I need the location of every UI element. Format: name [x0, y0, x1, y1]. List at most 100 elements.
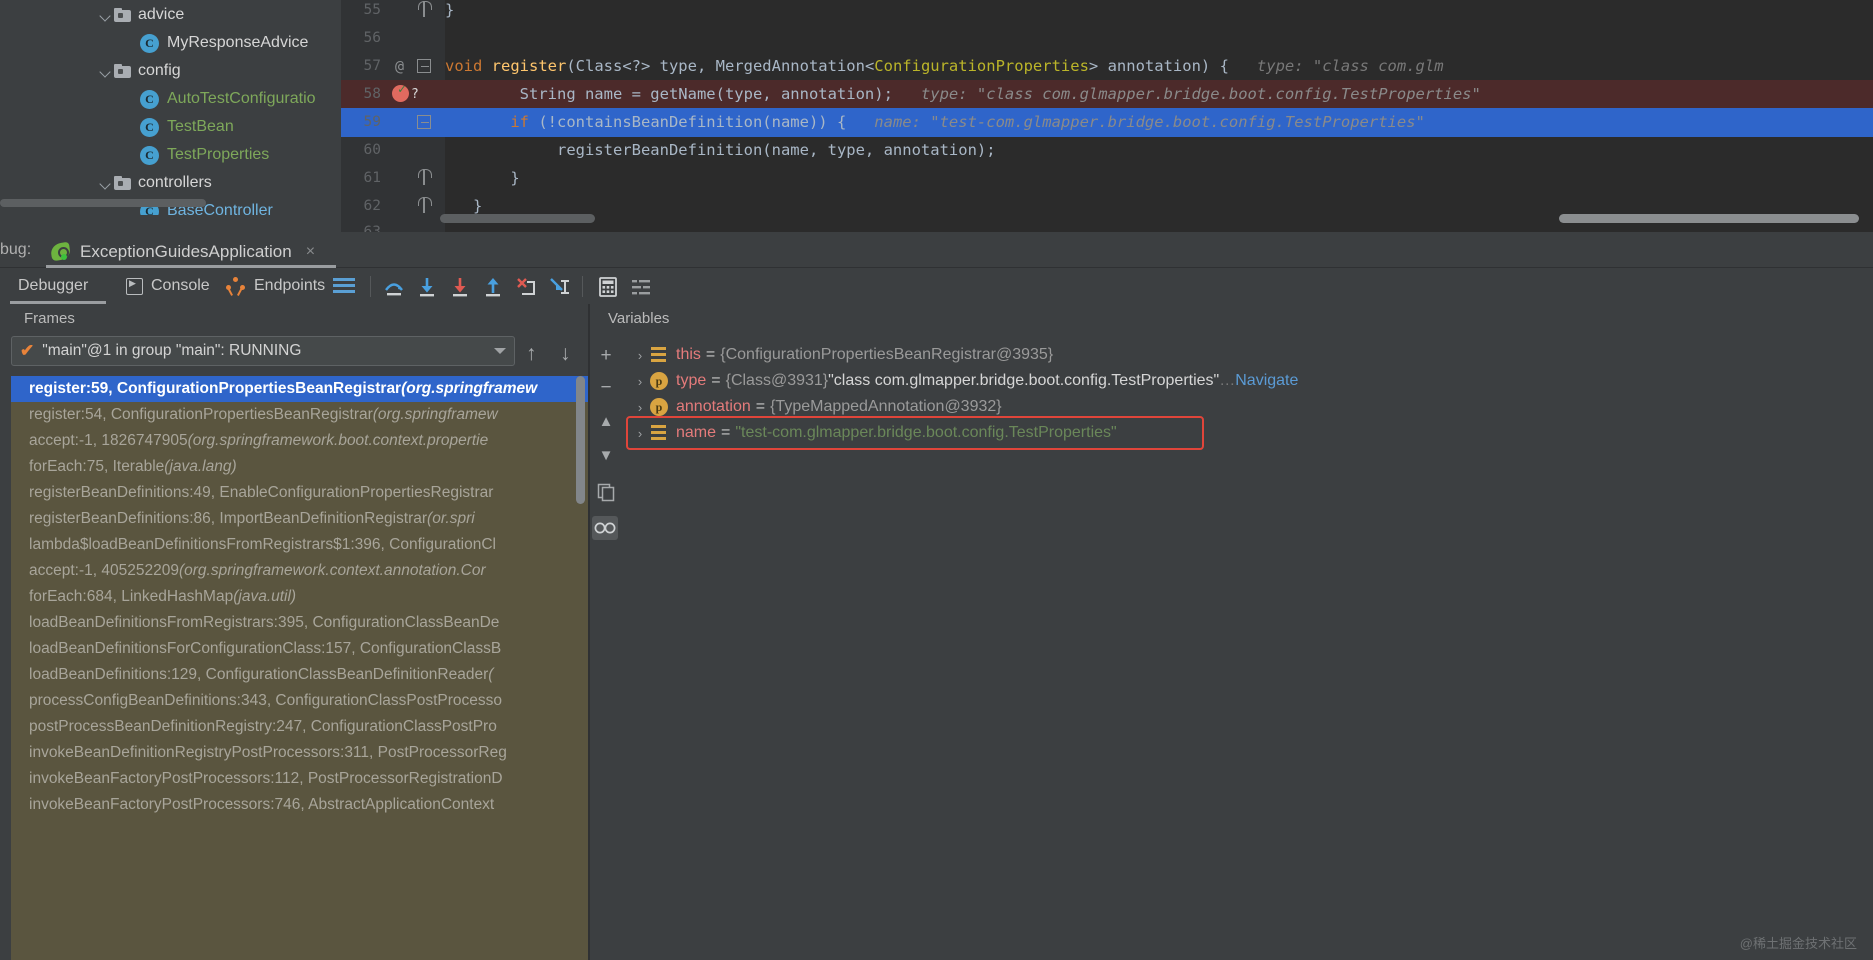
- fold-collapse-icon[interactable]: [417, 59, 431, 73]
- frame-row[interactable]: register:54, ConfigurationPropertiesBean…: [11, 402, 588, 428]
- chevron-right-icon[interactable]: ›: [630, 400, 650, 415]
- tree-item-myresponseadvice[interactable]: C MyResponseAdvice: [140, 28, 308, 58]
- toolbar-separator: [370, 276, 371, 297]
- frame-package: (org.springframework.context.annotation.…: [178, 562, 486, 579]
- fold-end-icon[interactable]: [417, 1, 432, 17]
- variable-row-this[interactable]: › this = {ConfigurationPropertiesBeanReg…: [630, 342, 1053, 368]
- fold-end-icon[interactable]: [417, 197, 432, 213]
- add-watch-button[interactable]: +: [594, 344, 618, 368]
- frame-row[interactable]: loadBeanDefinitionsFromRegistrars:395, C…: [11, 610, 588, 636]
- step-into-button[interactable]: [414, 274, 440, 300]
- tree-item-advice[interactable]: advice: [98, 0, 184, 30]
- frame-package: (java.util): [233, 588, 297, 605]
- frames-scrollbar[interactable]: [576, 376, 585, 504]
- move-up-button[interactable]: ▲: [594, 410, 618, 434]
- code-params-tail: > annotation) {: [1088, 57, 1229, 76]
- tree-item-autotestconfiguration[interactable]: C AutoTestConfiguratio: [140, 84, 316, 114]
- frame-up-button[interactable]: ↑: [526, 342, 537, 366]
- thread-selector[interactable]: ✔ "main"@1 in group "main": RUNNING: [11, 336, 515, 366]
- chevron-down-icon[interactable]: [98, 175, 114, 191]
- frame-row[interactable]: forEach:684, LinkedHashMap (java.util): [11, 584, 588, 610]
- frame-row[interactable]: registerBeanDefinitions:86, ImportBeanDe…: [11, 506, 588, 532]
- tree-item-testproperties[interactable]: C TestProperties: [140, 140, 269, 170]
- tree-item-controllers[interactable]: controllers: [98, 168, 212, 198]
- editor-horizontal-scrollbar-left[interactable]: [440, 214, 595, 223]
- debug-session-tab[interactable]: ExceptionGuidesApplication ×: [49, 236, 315, 268]
- frame-row[interactable]: accept:-1, 1826747905 (org.springframewo…: [11, 428, 588, 454]
- line-number: 63: [341, 224, 387, 232]
- run-to-cursor-button[interactable]: [546, 274, 572, 300]
- frame-label: lambda$loadBeanDefinitionsFromRegistrars…: [29, 536, 496, 553]
- frame-row[interactable]: postProcessBeanDefinitionRegistry:247, C…: [11, 714, 588, 740]
- frame-row[interactable]: processConfigBeanDefinitions:343, Config…: [11, 688, 588, 714]
- tab-debugger[interactable]: Debugger: [18, 268, 88, 304]
- parameter-icon: p: [650, 398, 668, 416]
- layout-settings-button[interactable]: [333, 268, 355, 304]
- variable-row-type[interactable]: › p type = {Class@3931} "class com.glmap…: [630, 368, 1298, 394]
- frame-row[interactable]: registerBeanDefinitions:49, EnableConfig…: [11, 480, 588, 506]
- evaluate-expression-icon: [599, 277, 617, 297]
- step-over-button[interactable]: [381, 274, 407, 300]
- show-values-inline-button[interactable]: [628, 274, 654, 300]
- code-line-56: 56: [341, 24, 1873, 53]
- navigate-link[interactable]: Navigate: [1235, 372, 1298, 390]
- tab-label: Endpoints: [254, 277, 326, 294]
- frame-down-button[interactable]: ↓: [560, 342, 571, 366]
- chevron-down-icon[interactable]: [98, 7, 114, 23]
- inlay-hint: type: "class com.glm: [1256, 57, 1444, 76]
- fold-marker[interactable]: ?: [411, 87, 419, 102]
- gutter-marker: [387, 24, 445, 53]
- project-tree-panel[interactable]: advice C MyResponseAdvice config C AutoT…: [0, 0, 340, 215]
- frame-row[interactable]: loadBeanDefinitionsForConfigurationClass…: [11, 636, 588, 662]
- step-out-button[interactable]: [480, 274, 506, 300]
- drop-frame-button[interactable]: [513, 274, 539, 300]
- tree-horizontal-scrollbar[interactable]: [0, 199, 206, 207]
- frame-row[interactable]: invokeBeanFactoryPostProcessors:112, Pos…: [11, 766, 588, 792]
- close-icon[interactable]: ×: [306, 243, 315, 261]
- evaluate-expression-button[interactable]: [595, 274, 621, 300]
- variable-name: annotation: [676, 398, 751, 415]
- frames-list[interactable]: register:59, ConfigurationPropertiesBean…: [11, 376, 588, 960]
- frame-package: (org.springframew: [372, 406, 498, 423]
- frames-header: Frames: [0, 304, 588, 334]
- tree-item-config[interactable]: config: [98, 56, 181, 86]
- code-line-59-current: 59 if (!containsBeanDefinition(name)) { …: [341, 108, 1873, 137]
- tab-console[interactable]: Console: [126, 268, 210, 304]
- code-text: if (!containsBeanDefinition(name)) { nam…: [445, 113, 1425, 131]
- tab-endpoints[interactable]: Endpoints: [226, 268, 325, 304]
- spring-boot-icon: [49, 241, 72, 263]
- frame-row[interactable]: loadBeanDefinitions:129, ConfigurationCl…: [11, 662, 588, 688]
- frame-label: registerBeanDefinitions:49, EnableConfig…: [29, 484, 494, 501]
- class-icon: C: [140, 145, 159, 165]
- code-keyword: if: [510, 113, 529, 132]
- drop-frame-icon: [517, 278, 535, 295]
- fold-collapse-icon[interactable]: [417, 115, 431, 129]
- frame-row[interactable]: lambda$loadBeanDefinitionsFromRegistrars…: [11, 532, 588, 558]
- frame-row[interactable]: accept:-1, 405252209 (org.springframewor…: [11, 558, 588, 584]
- code-editor[interactable]: 55 } 56 57 @ void register(Class<?> type…: [341, 0, 1873, 232]
- chevron-down-icon[interactable]: [494, 348, 506, 354]
- variables-panel: Variables › this = {ConfigurationPropert…: [608, 304, 1873, 960]
- frame-row-selected[interactable]: register:59, ConfigurationPropertiesBean…: [11, 376, 588, 402]
- chevron-right-icon[interactable]: ›: [630, 374, 650, 389]
- copy-button[interactable]: [594, 480, 618, 504]
- editor-horizontal-scrollbar[interactable]: [1559, 214, 1859, 223]
- chevron-down-icon[interactable]: [98, 63, 114, 79]
- breakpoint-verified-icon: ✓: [398, 82, 406, 97]
- remove-watch-button[interactable]: −: [594, 376, 618, 400]
- frame-row[interactable]: invokeBeanDefinitionRegistryPostProcesso…: [11, 740, 588, 766]
- move-down-button[interactable]: ▼: [594, 444, 618, 468]
- frame-package: (org.springframew: [401, 380, 538, 397]
- force-step-into-button[interactable]: [447, 274, 473, 300]
- code-text: }: [445, 1, 455, 20]
- chevron-right-icon[interactable]: ›: [630, 348, 650, 363]
- tree-item-testbean[interactable]: C TestBean: [140, 112, 234, 142]
- show-values-inline-icon: [632, 280, 650, 295]
- annotation-gutter-icon[interactable]: @: [395, 57, 404, 75]
- frame-row[interactable]: invokeBeanFactoryPostProcessors:746, Abs…: [11, 792, 588, 818]
- watches-button[interactable]: [592, 516, 618, 540]
- tab-label: Console: [151, 277, 210, 294]
- fold-end-icon[interactable]: [417, 169, 432, 185]
- tree-item-label: advice: [138, 6, 185, 23]
- frame-row[interactable]: forEach:75, Iterable (java.lang): [11, 454, 588, 480]
